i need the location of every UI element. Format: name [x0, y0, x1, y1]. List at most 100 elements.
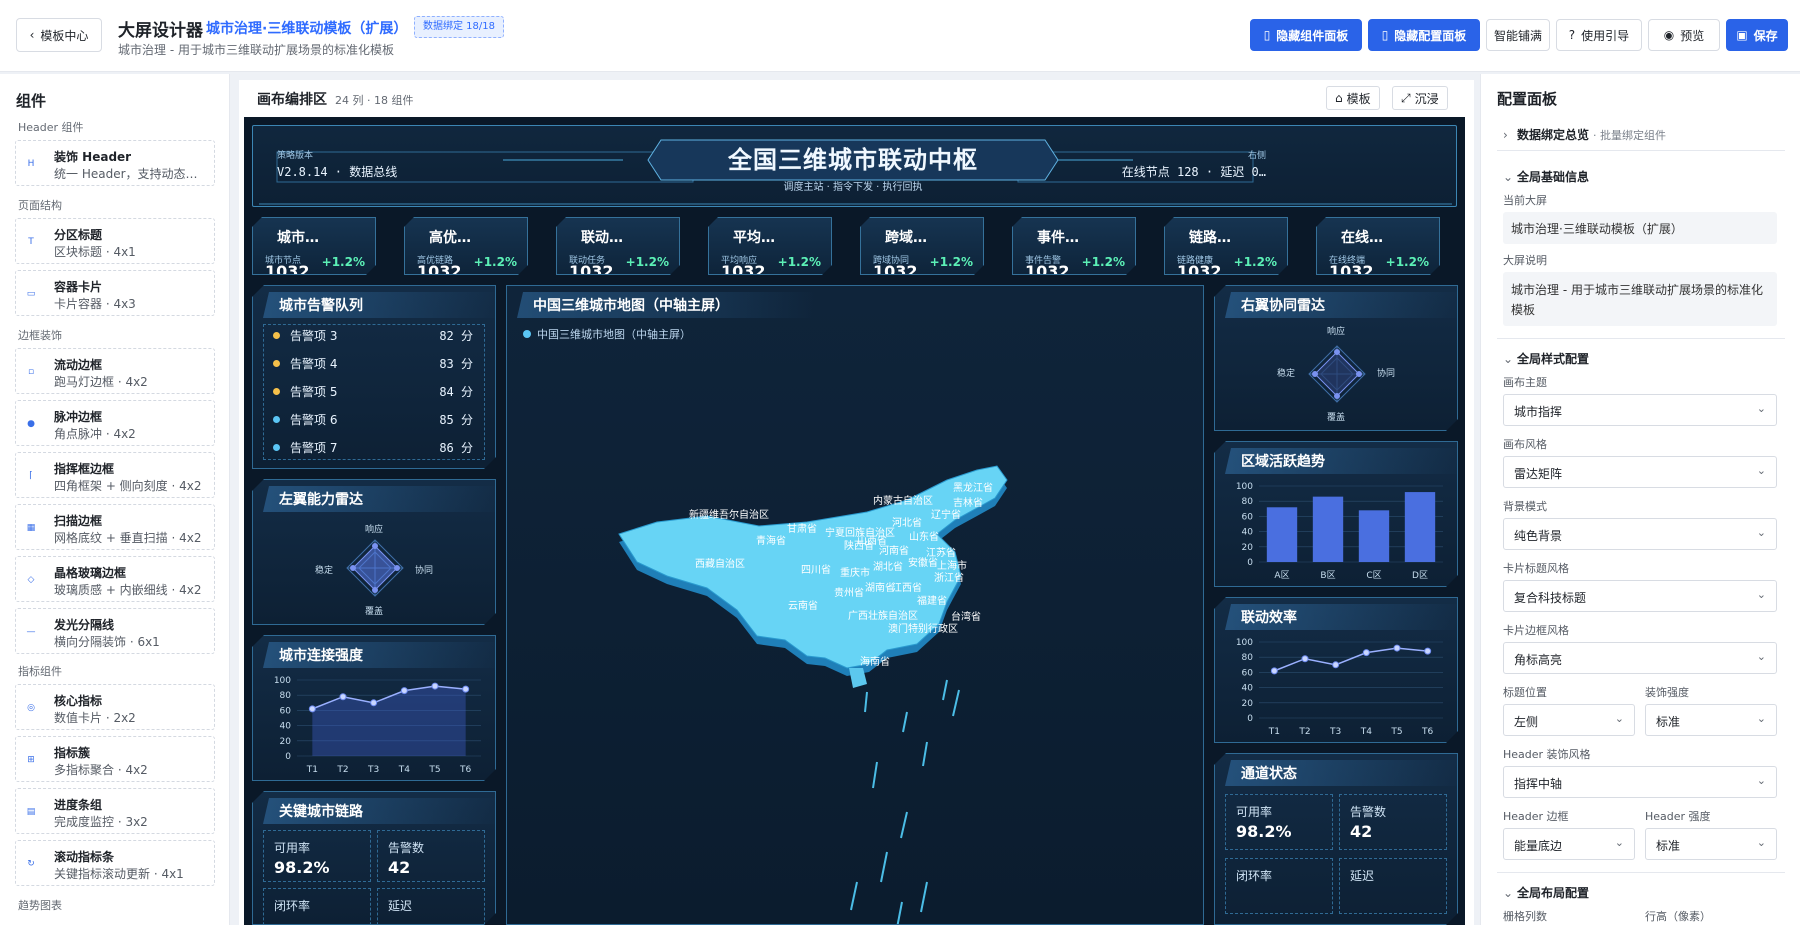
linkage-efficiency-card[interactable]: 联动效率 0 20 40 60 80 100 T1 T2 T3 T4 T5 T6 — [1214, 597, 1458, 743]
background-select[interactable]: 纯色背景 ⌄ — [1503, 518, 1777, 550]
x-tick-label: T3 — [1329, 727, 1341, 737]
component-item[interactable]: ▫ 流动边框 跑马灯边框 · 4x2 — [15, 348, 215, 394]
header-style-select[interactable]: 指挥中轴 ⌄ — [1503, 766, 1777, 798]
svg-text:贵州省: 贵州省 — [834, 586, 864, 599]
component-item[interactable]: ⌈ 指挥框边框 四角框架 + 侧向刻度 · 4x2 — [15, 452, 215, 498]
component-item[interactable]: ⊞ 指标簇 多指标聚合 · 4x2 — [15, 736, 215, 782]
y-tick-label: 40 — [1242, 528, 1254, 538]
china-3d-map[interactable]: 新疆维吾尔自治区 西藏自治区 青海省 甘肃省 内蒙古自治区 黑龙江省 吉林省 辽… — [507, 286, 1204, 925]
component-item[interactable]: H 装饰 Header 统一 Header，支持动态切换样式 — [15, 140, 215, 186]
app-title: 大屏设计器 — [118, 21, 203, 41]
card-title: 联动效率 — [1241, 610, 1297, 626]
x-tick-label: T2 — [336, 765, 348, 775]
card-title: 城市连接强度 — [279, 648, 363, 664]
right-radar-card[interactable]: 右翼协同雷达 响应 稳定 协同 覆盖 — [1214, 285, 1458, 431]
chevron-down-icon: ⌄ — [1756, 650, 1766, 663]
kpi-card[interactable]: 平均… 平均响应 1032 +1.2% — [708, 217, 832, 275]
template-subtitle: 城市治理 - 用于城市三维联动扩展场景的标准化模板 — [118, 43, 394, 57]
component-item[interactable]: ◎ 核心指标 数值卡片 · 2x2 — [15, 684, 215, 730]
alarm-item[interactable]: 告警项 4 83 分 — [273, 352, 473, 376]
svg-text:山东省: 山东省 — [909, 530, 939, 543]
card-title: 通道状态 — [1241, 766, 1297, 782]
panel-left-icon: ▯ — [1263, 28, 1271, 42]
left-radar-card[interactable]: 左翼能力雷达 响应 稳定 协同 覆盖 — [252, 479, 496, 625]
x-tick-label: T2 — [1298, 727, 1310, 737]
alarm-queue-card[interactable]: 城市告警队列 告警项 3 82 分 告警项 4 83 分 告警项 5 84 分 告警项… — [252, 285, 496, 469]
kpi-card[interactable]: 城市… 城市节点 1032 +1.2% — [252, 217, 376, 275]
card-border-style-select[interactable]: 角标高亮 ⌄ — [1503, 642, 1777, 674]
svg-text:西藏自治区: 西藏自治区 — [695, 557, 745, 570]
guide-button[interactable]: ? 使用引导 — [1556, 19, 1642, 51]
card-title-style-select[interactable]: 复合科技标题 ⌄ — [1503, 580, 1777, 612]
series-line — [1274, 648, 1427, 671]
component-item[interactable]: T 分区标题 区块标题 · 4x1 — [15, 218, 215, 264]
status-dot-icon — [273, 332, 280, 339]
kpi-card[interactable]: 事件… 事件告警 1032 +1.2% — [1012, 217, 1136, 275]
hide-config-button[interactable]: ▯ 隐藏配置面板 — [1368, 19, 1480, 51]
bar — [1405, 492, 1435, 562]
y-tick-label: 100 — [1236, 638, 1253, 648]
y-tick-label: 80 — [280, 691, 292, 701]
component-item[interactable]: ▤ 进度条组 完成度监控 · 3x2 — [15, 788, 215, 834]
back-to-templates-button[interactable]: ‹ 模板中心 — [16, 18, 102, 52]
save-button[interactable]: ▣ 保存 — [1726, 19, 1788, 51]
layout-config-section[interactable]: ⌄ 全局布局配置 — [1503, 884, 1589, 901]
svg-text:海南省: 海南省 — [860, 655, 890, 668]
header-right-label: 右侧 — [1247, 151, 1266, 161]
link-strength-line-chart: 0 20 40 60 80 100 T1 T2 T3 T4 T5 T6 — [253, 670, 496, 780]
y-tick-label: 0 — [285, 752, 291, 762]
kpi-card[interactable]: 链路… 链路健康 1032 +1.2% — [1164, 217, 1288, 275]
divider — [1497, 872, 1785, 873]
component-item[interactable]: ▭ 容器卡片 卡片容器 · 4x3 — [15, 270, 215, 316]
channel-status-card[interactable]: 通道状态 可用率 98.2% 告警数 42 闭环率 延迟 — [1214, 753, 1458, 925]
component-item[interactable]: — 发光分隔线 横向分隔装饰 · 6x1 — [15, 608, 215, 654]
x-tick-label: T5 — [428, 765, 440, 775]
canvas-title: 画布编排区 — [257, 92, 327, 108]
template-name: 城市治理·三维联动模板（扩展） — [206, 21, 408, 37]
x-tick-label: C区 — [1366, 570, 1381, 581]
china-map-card[interactable]: 中国三维城市地图（中轴主屏） 中国三维城市地图（中轴主屏） 新疆维吾尔自治区 西… — [506, 285, 1204, 925]
svg-text:澳门特别行政区: 澳门特别行政区 — [888, 622, 958, 635]
component-item[interactable]: ▦ 扫描边框 网格底纹 + 垂直扫描 · 4x2 — [15, 504, 215, 550]
base-info-section[interactable]: ⌄ 全局基础信息 — [1503, 168, 1589, 185]
decoration-strength-select[interactable]: 标准 ⌄ — [1645, 704, 1777, 736]
theme-select[interactable]: 城市指挥 ⌄ — [1503, 394, 1777, 426]
header-strength-select[interactable]: 标准 ⌄ — [1645, 828, 1777, 860]
kpi-card[interactable]: 高优… 高优链路 1032 +1.2% — [404, 217, 528, 275]
status-dot-icon — [273, 444, 280, 451]
header-border-select[interactable]: 能量底边 ⌄ — [1503, 828, 1635, 860]
kpi-card[interactable]: 跨域… 跨域协同 1032 +1.2% — [860, 217, 984, 275]
svg-text:吉林省: 吉林省 — [953, 496, 983, 509]
key-links-card[interactable]: 关键城市链路 可用率 98.2% 告警数 42 闭环率 延迟 — [252, 791, 496, 925]
top-bar: ‹ 模板中心 大屏设计器 城市治理·三维联动模板（扩展） 数据绑定 18/18 … — [0, 0, 1800, 72]
component-item[interactable]: ↻ 滚动指标条 关键指标滚动更新 · 4x1 — [15, 840, 215, 886]
kpi-card[interactable]: 在线… 在线终端 1032 +1.2% — [1316, 217, 1440, 275]
kpi-card[interactable]: 联动… 联动任务 1032 +1.2% — [556, 217, 680, 275]
binding-overview-section[interactable]: › 数据绑定总览 · 批量绑定组件 — [1503, 126, 1666, 143]
stat-cell: 告警数 42 — [377, 830, 485, 882]
component-item[interactable]: ● 脉冲边框 角点脉冲 · 4x2 — [15, 400, 215, 446]
alarm-item[interactable]: 告警项 7 86 分 — [273, 436, 473, 460]
y-tick-label: 40 — [280, 722, 292, 732]
radar-chart — [345, 538, 405, 598]
screen-header[interactable]: 策略版本 V2.8.14 · 数据总线 全国三维城市联动中枢 调度主站 · 指令… — [252, 125, 1457, 207]
template-button[interactable]: ⌂ 模板 — [1326, 86, 1380, 110]
alarm-item[interactable]: 告警项 5 84 分 — [273, 380, 473, 404]
region-activity-card[interactable]: 区域活跃趋势 0 20 40 60 80 100 A区 B区 C区 D区 — [1214, 441, 1458, 587]
component-item[interactable]: ◇ 晶格玻璃边框 玻璃质感 + 内嵌细线 · 4x2 — [15, 556, 215, 602]
preview-button[interactable]: ◉ 预览 — [1648, 19, 1720, 51]
alarm-item[interactable]: 告警项 6 85 分 — [273, 408, 473, 432]
template-icon: ⌂ — [1335, 91, 1343, 105]
screen-stage[interactable]: 策略版本 V2.8.14 · 数据总线 全国三维城市联动中枢 调度主站 · 指令… — [244, 117, 1465, 925]
immersive-button[interactable]: ⤢ 沉浸 — [1392, 86, 1448, 110]
alarm-item[interactable]: 告警项 3 82 分 — [273, 324, 473, 348]
style-config-section[interactable]: ⌄ 全局样式配置 — [1503, 350, 1589, 367]
chevron-down-icon: ⌄ — [1756, 712, 1766, 725]
link-strength-card[interactable]: 城市连接强度 0 20 40 60 80 100 T1 T2 T3 T4 T5 T6 — [252, 635, 496, 781]
title-position-select[interactable]: 左侧 ⌄ — [1503, 704, 1635, 736]
svg-text:台湾省: 台湾省 — [951, 610, 981, 623]
style-select[interactable]: 雷达矩阵 ⌄ — [1503, 456, 1777, 488]
divider — [1497, 338, 1785, 339]
hide-components-button[interactable]: ▯ 隐藏组件面板 — [1250, 19, 1362, 51]
smart-layout-button[interactable]: 智能铺满 — [1486, 19, 1550, 51]
